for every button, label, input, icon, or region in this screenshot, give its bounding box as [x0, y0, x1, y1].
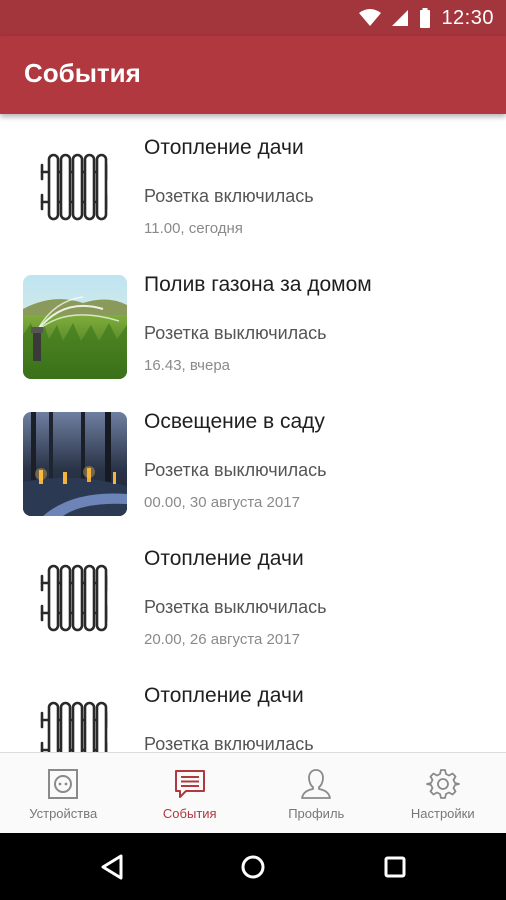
chat-icon	[174, 770, 205, 798]
event-time: 20.00, 26 августа 2017	[144, 631, 300, 648]
event-title: Отопление дачи	[144, 136, 304, 159]
nav-item-events[interactable]: События	[127, 753, 254, 834]
garden-lights-thumbnail	[23, 412, 127, 516]
radiator-icon	[40, 153, 108, 221]
event-item[interactable]: Полив газона за домом Розетка выключилас…	[0, 251, 506, 388]
system-navigation-bar	[0, 833, 506, 900]
nav-item-devices[interactable]: Устройства	[0, 753, 127, 834]
event-title: Отопление дачи	[144, 684, 304, 707]
bottom-navigation: Устройства События Профиль Настройки	[0, 752, 506, 834]
cellular-signal-icon	[392, 10, 409, 26]
event-title: Освещение в саду	[144, 410, 325, 433]
event-status: Розетка выключилась	[144, 597, 327, 617]
nav-label: События	[162, 806, 217, 821]
event-item[interactable]: Отопление дачи Розетка выключилась 20.00…	[0, 525, 506, 662]
event-item[interactable]: Отопление дачи Розетка включилась	[0, 662, 506, 752]
socket-icon	[48, 769, 79, 799]
event-item[interactable]: Освещение в саду Розетка выключилась 00.…	[0, 388, 506, 525]
nav-item-settings[interactable]: Настройки	[380, 753, 506, 834]
back-icon[interactable]	[97, 851, 129, 883]
event-list[interactable]: Отопление дачи Розетка включилась 11.00,…	[0, 114, 506, 752]
nav-label: Настройки	[410, 806, 475, 821]
event-item[interactable]: Отопление дачи Розетка включилась 11.00,…	[0, 114, 506, 251]
event-time: 00.00, 30 августа 2017	[144, 494, 300, 511]
status-bar: 12:30	[0, 0, 506, 36]
event-status: Розетка выключилась	[144, 323, 327, 343]
event-title: Полив газона за домом	[144, 273, 372, 296]
page-title: События	[24, 58, 141, 88]
wifi-icon	[359, 9, 382, 26]
event-title: Отопление дачи	[144, 547, 304, 570]
radiator-icon	[40, 701, 108, 752]
event-time: 16.43, вчера	[144, 357, 231, 374]
event-status: Розетка выключилась	[144, 460, 327, 480]
radiator-icon	[40, 564, 108, 632]
nav-label: Устройства	[29, 806, 98, 821]
gear-icon	[425, 769, 460, 799]
app-bar: События	[0, 36, 506, 114]
battery-icon	[420, 8, 431, 28]
event-time: 11.00, сегодня	[144, 220, 243, 237]
nav-label: Профиль	[288, 806, 345, 821]
status-time: 12:30	[441, 6, 494, 29]
home-icon[interactable]	[237, 851, 269, 883]
recents-icon[interactable]	[379, 851, 411, 883]
person-icon	[301, 769, 332, 799]
lawn-sprinkler-thumbnail	[23, 275, 127, 379]
event-status: Розетка включилась	[144, 734, 314, 752]
event-status: Розетка включилась	[144, 186, 314, 206]
nav-item-profile[interactable]: Профиль	[253, 753, 380, 834]
